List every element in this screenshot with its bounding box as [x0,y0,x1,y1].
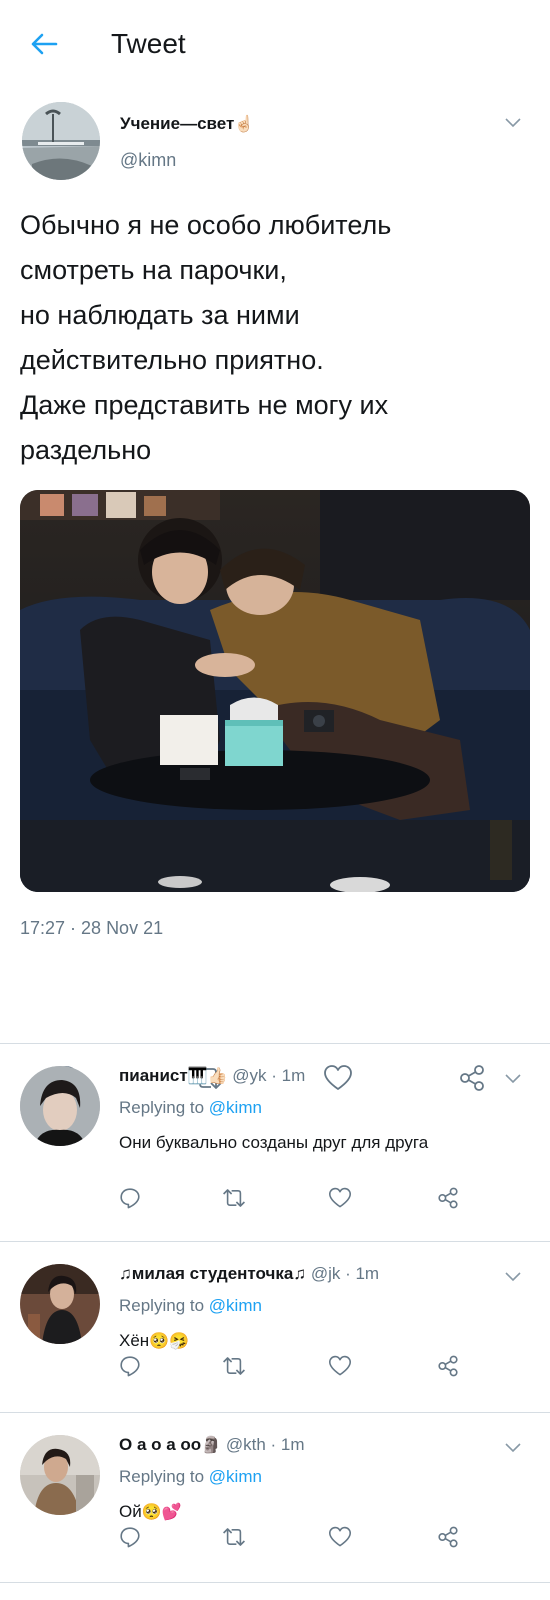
reply-author-handle[interactable]: @jk [311,1264,341,1283]
tweet-text-line: смотреть на парочки, [20,255,287,285]
tweet-text-line: Обычно я не особо любитель [20,210,392,240]
replying-to-mention[interactable]: @kimn [209,1467,262,1486]
author-handle[interactable]: @kimn [120,150,176,171]
reply-tweet[interactable]: ♫милая студенточка♫ @jk · 1m Replying to… [0,1242,550,1417]
reply-time: · 1m [271,1066,306,1085]
reply-author-handle[interactable]: @kth [226,1435,266,1454]
photo-image [20,490,530,892]
replying-to-mention[interactable]: @kimn [209,1098,262,1117]
avatar-image [20,1066,100,1146]
reply-avatar[interactable] [20,1264,100,1344]
tweet-text: Обычно я не особо любитель смотреть на п… [20,203,530,473]
reply-header: пианист🎹👍🏻 @yk · 1m [119,1066,305,1086]
reply-text: Они буквально созданы друг для друга [119,1133,429,1152]
author-name[interactable]: Учение—свет☝🏻 [120,114,254,134]
reply-button[interactable] [110,1517,150,1557]
reply-icon [120,1527,140,1548]
share-icon [438,1187,458,1209]
reply-author-name[interactable]: пианист [119,1066,188,1085]
replying-to-mention[interactable]: @kimn [209,1296,262,1315]
retweet-button[interactable] [214,1517,254,1557]
reply-options-button[interactable] [502,1068,524,1090]
avatar-image [22,102,100,180]
replying-to: Replying to @kimn [119,1296,262,1315]
reply-icon [120,1188,140,1209]
replying-to: Replying to @kimn [119,1098,262,1117]
chevron-down-icon [505,1443,521,1453]
reply-author-name[interactable]: ♫милая студенточка♫ [119,1264,306,1283]
avatar-image [20,1264,100,1344]
chevron-down-icon [505,1272,521,1282]
reply-author-name[interactable]: О а о а оо [119,1435,201,1454]
like-button[interactable] [320,1346,360,1386]
arrow-left-icon [31,33,58,55]
like-button[interactable] [320,1178,360,1218]
reply-header: О а о а оо🗿 @kth · 1m [119,1435,305,1455]
share-button[interactable] [428,1346,468,1386]
author-avatar[interactable] [22,102,100,180]
like-button[interactable] [320,1517,360,1557]
reply-icon [120,1356,140,1377]
reply-tweet[interactable]: О а о а оо🗿 @kth · 1m Replying to @kimn … [0,1413,550,1588]
reply-button[interactable] [110,1178,150,1218]
reply-time: · 1m [270,1435,305,1454]
retweet-icon [223,1189,245,1207]
tweet-options-button[interactable] [502,112,524,134]
share-icon [438,1355,458,1377]
reply-actions [0,1517,550,1557]
replying-to: Replying to @kimn [119,1467,262,1486]
reply-time: · 1m [345,1264,380,1283]
reply-author-handle[interactable]: @yk [232,1066,266,1085]
tweet-text-line: раздельно [20,435,152,465]
share-button[interactable] [428,1178,468,1218]
reply-author-emoji: 🗿 [201,1437,222,1454]
retweet-button[interactable] [214,1178,254,1218]
tweet-text-line: но наблюдать за ними [20,300,300,330]
heart-icon [329,1187,351,1208]
top-bar: Tweet [0,0,550,90]
reply-avatar[interactable] [20,1435,100,1515]
share-icon [438,1526,458,1548]
avatar-image [20,1435,100,1515]
heart-icon [329,1526,351,1547]
reply-actions [0,1178,550,1218]
tweet-photo[interactable] [20,490,530,892]
tweet-text-line: действительно приятно. [20,345,324,375]
page-title: Tweet [111,28,186,59]
author-emoji: ☝🏻 [234,116,255,133]
reply-options-button[interactable] [502,1437,524,1459]
divider [0,1582,550,1583]
chevron-down-icon [505,1074,521,1084]
reply-button[interactable] [110,1346,150,1386]
tweet-text-line: Даже представить не могу их [20,390,389,420]
reply-tweet[interactable]: пианист🎹👍🏻 @yk · 1m Replying to @kimn Он… [0,1044,550,1219]
reply-author-emoji: 🎹👍🏻 [187,1068,228,1085]
retweet-button[interactable] [214,1346,254,1386]
reply-header: ♫милая студенточка♫ @jk · 1m [119,1264,379,1284]
heart-icon [329,1355,351,1376]
share-button[interactable] [428,1517,468,1557]
chevron-down-icon [505,118,521,128]
tweet-timestamp: 17:27 · 28 Nov 21 [20,918,164,938]
retweet-icon [223,1528,245,1546]
reply-options-button[interactable] [502,1266,524,1288]
reply-avatar[interactable] [20,1066,100,1146]
reply-actions [0,1346,550,1386]
retweet-icon [223,1357,245,1375]
back-button[interactable] [26,26,62,62]
